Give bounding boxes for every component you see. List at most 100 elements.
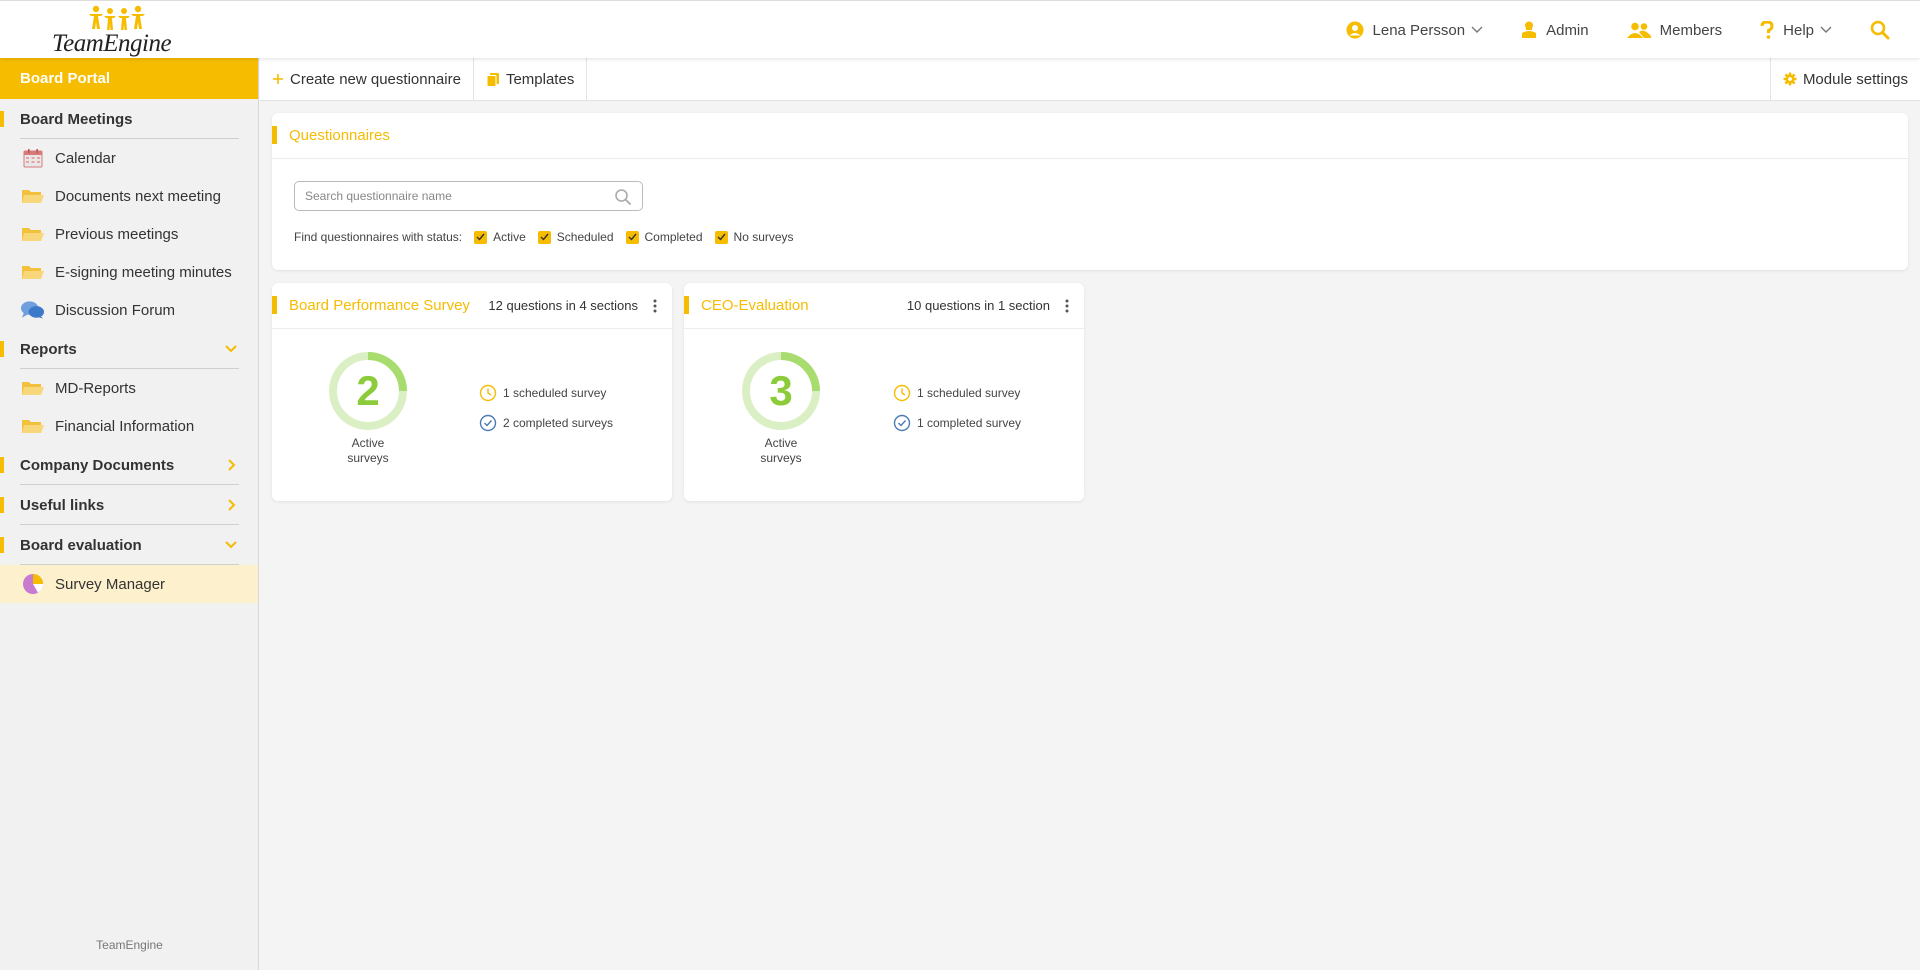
active-label-line1: Active bbox=[351, 436, 385, 450]
members-label: Members bbox=[1659, 21, 1723, 39]
section-reports[interactable]: Reports bbox=[0, 329, 258, 369]
sidebar-item-label: Survey Manager bbox=[55, 575, 166, 593]
card-header: CEO-Evaluation 10 questions in 1 section bbox=[684, 283, 1084, 329]
checkbox-checked-icon[interactable] bbox=[537, 230, 551, 244]
completed-surveys-text: 1 completed survey bbox=[917, 416, 1022, 430]
clock-icon bbox=[479, 384, 497, 402]
chevron-down-icon bbox=[1820, 26, 1832, 33]
calendar-icon bbox=[23, 149, 42, 168]
global-search-button[interactable] bbox=[1870, 20, 1890, 40]
sidebar-item-label: Discussion Forum bbox=[55, 301, 176, 319]
card-title[interactable]: Board Performance Survey bbox=[289, 297, 470, 314]
chat-bubbles-icon bbox=[20, 301, 45, 319]
clock-icon bbox=[893, 384, 911, 402]
search-icon bbox=[1870, 20, 1890, 40]
help-menu[interactable]: Help bbox=[1760, 21, 1832, 39]
filter-label-active: Active bbox=[493, 230, 526, 244]
search-icon[interactable] bbox=[614, 188, 632, 206]
survey-stats: 1 scheduled survey 1 completed survey bbox=[893, 383, 1021, 443]
filter-scheduled[interactable]: Scheduled bbox=[537, 230, 614, 244]
logo-text: TeamEngine bbox=[52, 30, 172, 57]
completed-surveys-stat: 1 completed survey bbox=[893, 413, 1021, 433]
active-surveys-count: 3 bbox=[769, 367, 793, 414]
members-icon bbox=[1626, 22, 1651, 38]
card-meta: 12 questions in 4 sections bbox=[488, 298, 638, 313]
sidebar-item-financial-information[interactable]: Financial Information bbox=[0, 407, 258, 445]
search-box bbox=[294, 181, 643, 211]
checkbox-checked-icon[interactable] bbox=[625, 230, 639, 244]
section-title: Board Meetings bbox=[20, 110, 133, 128]
completed-surveys-stat: 2 completed surveys bbox=[479, 413, 613, 433]
active-surveys-indicator: 2 Active surveys bbox=[328, 351, 408, 466]
section-title: Company Documents bbox=[20, 456, 175, 474]
check-circle-icon bbox=[893, 414, 911, 432]
module-settings-label: Module settings bbox=[1802, 70, 1908, 88]
help-label: Help bbox=[1783, 21, 1814, 39]
templates-button[interactable]: Templates bbox=[474, 57, 588, 101]
sidebar-item-label: MD-Reports bbox=[55, 379, 136, 397]
user-menu[interactable]: Lena Persson bbox=[1346, 21, 1484, 39]
section-useful-links[interactable]: Useful links bbox=[0, 485, 258, 525]
sidebar-item-discussion-forum[interactable]: Discussion Forum bbox=[0, 291, 258, 329]
sidebar-item-e-signing[interactable]: E-signing meeting minutes bbox=[0, 253, 258, 291]
folder-icon bbox=[21, 420, 44, 433]
pie-chart-icon bbox=[22, 574, 43, 594]
active-surveys-count: 2 bbox=[356, 367, 380, 414]
sidebar-item-calendar[interactable]: Calendar bbox=[0, 139, 258, 177]
create-questionnaire-button[interactable]: Create new questionnaire bbox=[260, 57, 474, 101]
chevron-right-icon bbox=[228, 459, 236, 471]
filter-completed[interactable]: Completed bbox=[625, 230, 703, 244]
module-settings-button[interactable]: Module settings bbox=[1769, 57, 1920, 101]
active-label-line2: surveys bbox=[347, 451, 389, 465]
questionnaire-card: Board Performance Survey 12 questions in… bbox=[272, 283, 672, 501]
logo-figures-icon bbox=[89, 5, 145, 30]
sidebar-footer: TeamEngine bbox=[96, 938, 163, 952]
filter-label: Find questionnaires with status: bbox=[294, 230, 463, 244]
sidebar-item-label: Previous meetings bbox=[55, 225, 179, 243]
sidebar-item-label: Documents next meeting bbox=[55, 187, 221, 205]
sidebar-item-label: E-signing meeting minutes bbox=[55, 263, 232, 281]
sidebar-item-previous-meetings[interactable]: Previous meetings bbox=[0, 215, 258, 253]
teamengine-logo[interactable]: TeamEngine bbox=[52, 5, 182, 57]
filter-active[interactable]: Active bbox=[474, 230, 526, 244]
status-filters: Find questionnaires with status: Active … bbox=[294, 230, 794, 244]
section-company-documents[interactable]: Company Documents bbox=[0, 445, 258, 485]
scheduled-surveys-stat: 1 scheduled survey bbox=[479, 383, 613, 403]
folder-icon bbox=[21, 382, 44, 395]
sidebar-item-label: Calendar bbox=[55, 149, 116, 167]
sidebar-item-label: Financial Information bbox=[55, 417, 195, 435]
admin-label: Admin bbox=[1546, 21, 1589, 39]
templates-icon bbox=[486, 72, 499, 87]
gear-icon bbox=[1783, 72, 1797, 86]
filter-label-no-surveys: No surveys bbox=[733, 230, 794, 244]
checkbox-checked-icon[interactable] bbox=[474, 230, 488, 244]
board-portal-header[interactable]: Board Portal bbox=[0, 58, 258, 99]
active-surveys-indicator: 3 Active surveys bbox=[741, 351, 821, 466]
sidebar-item-documents-next-meeting[interactable]: Documents next meeting bbox=[0, 177, 258, 215]
section-board-meetings[interactable]: Board Meetings bbox=[0, 99, 258, 139]
templates-label: Templates bbox=[505, 70, 575, 88]
user-icon bbox=[1346, 21, 1364, 39]
checkbox-checked-icon[interactable] bbox=[714, 230, 728, 244]
filter-no-surveys[interactable]: No surveys bbox=[714, 230, 794, 244]
filter-label-completed: Completed bbox=[644, 230, 703, 244]
sidebar-item-survey-manager[interactable]: Survey Manager bbox=[0, 565, 258, 603]
card-title[interactable]: CEO-Evaluation bbox=[701, 297, 809, 314]
admin-link[interactable]: Admin bbox=[1521, 21, 1589, 39]
questionnaire-search-input[interactable] bbox=[305, 189, 605, 203]
user-name: Lena Persson bbox=[1372, 21, 1466, 39]
members-link[interactable]: Members bbox=[1626, 21, 1723, 39]
scheduled-surveys-text: 1 scheduled survey bbox=[503, 386, 607, 400]
section-board-evaluation[interactable]: Board evaluation bbox=[0, 525, 258, 565]
header-nav: Lena Persson Admin Members Help bbox=[1346, 1, 1920, 59]
filter-label-scheduled: Scheduled bbox=[556, 230, 614, 244]
section-title: Reports bbox=[20, 340, 77, 358]
question-mark-icon bbox=[1760, 21, 1774, 39]
more-options-icon[interactable] bbox=[1056, 294, 1078, 318]
questionnaires-panel: Questionnaires Find questionnaires with … bbox=[272, 113, 1908, 270]
more-options-icon[interactable] bbox=[644, 294, 666, 318]
chevron-down-icon bbox=[1471, 26, 1483, 33]
sidebar-item-md-reports[interactable]: MD-Reports bbox=[0, 369, 258, 407]
plus-icon bbox=[273, 74, 283, 84]
card-header: Board Performance Survey 12 questions in… bbox=[272, 283, 672, 329]
